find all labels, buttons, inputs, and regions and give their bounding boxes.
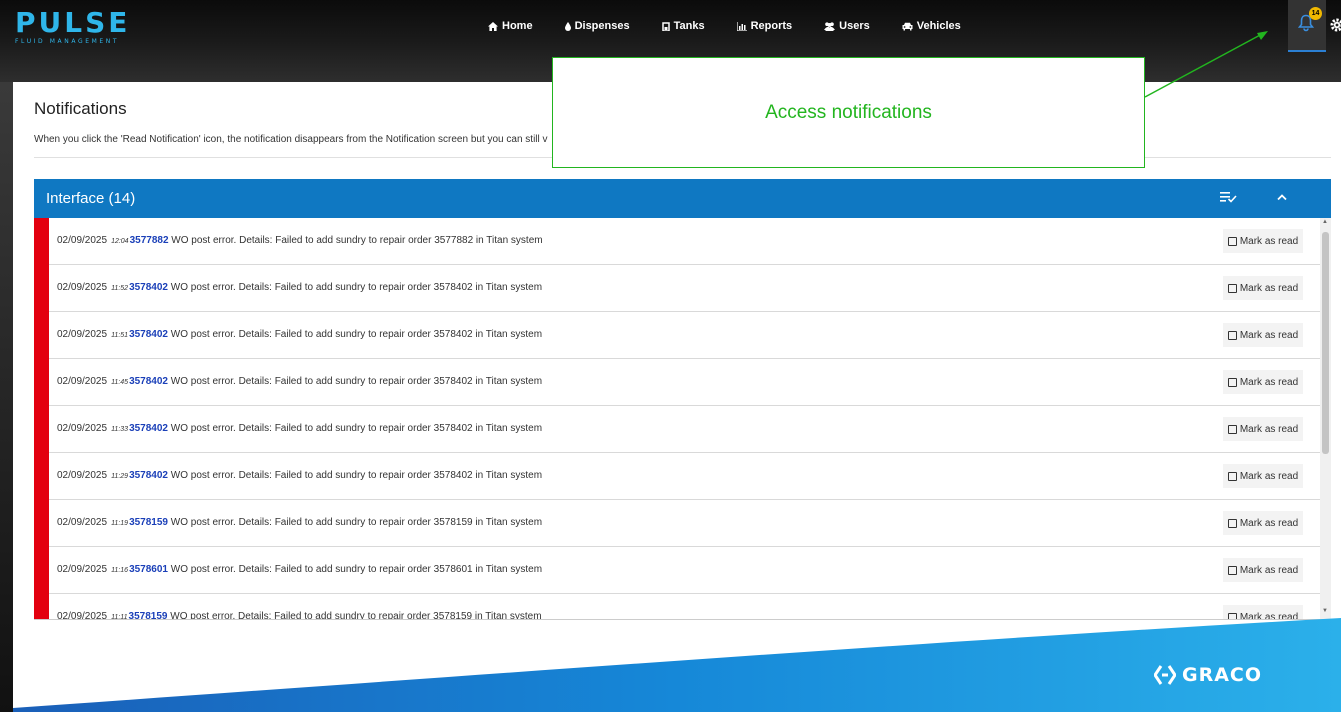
bar-chart-icon (736, 21, 747, 31)
nav-tanks[interactable]: Tanks (661, 19, 705, 33)
callout-text: Access notifications (765, 102, 932, 123)
nav-dispenses-label: Dispenses (574, 20, 630, 32)
nav-reports-label: Reports (750, 20, 793, 32)
car-icon (902, 22, 913, 30)
drop-icon (564, 21, 571, 31)
nav-users-label: Users (839, 20, 870, 32)
graco-mark-icon (1154, 665, 1176, 685)
tank-icon (661, 21, 670, 31)
main-nav: Home Dispenses Tanks Reports Users Vehic… (488, 19, 993, 33)
main-content: Notifications When you click the 'Read N… (13, 82, 1341, 712)
notifications-button[interactable]: 14 (1288, 0, 1326, 52)
gear-icon[interactable] (1329, 17, 1341, 33)
notification-count-badge: 14 (1309, 7, 1322, 20)
graco-logo: GRACO (1154, 664, 1262, 686)
nav-users[interactable]: Users (824, 19, 870, 33)
logo-text: PULSE (15, 6, 131, 39)
nav-home[interactable]: Home (488, 19, 533, 33)
users-icon (824, 21, 836, 31)
nav-home-label: Home (502, 20, 533, 32)
nav-vehicles-label: Vehicles (916, 20, 961, 32)
nav-dispenses[interactable]: Dispenses (564, 19, 630, 33)
footer-wave (13, 618, 1341, 712)
pulse-logo[interactable]: PULSE FLUID MANAGEMENT (15, 6, 131, 46)
logo-tagline: FLUID MANAGEMENT (15, 38, 120, 45)
left-edge (0, 82, 13, 712)
callout-box: Access notifications (552, 57, 1145, 168)
nav-vehicles[interactable]: Vehicles (902, 19, 961, 33)
home-icon (488, 21, 498, 31)
graco-logo-text: GRACO (1182, 664, 1263, 686)
nav-reports[interactable]: Reports (736, 19, 793, 33)
nav-tanks-label: Tanks (673, 20, 705, 32)
